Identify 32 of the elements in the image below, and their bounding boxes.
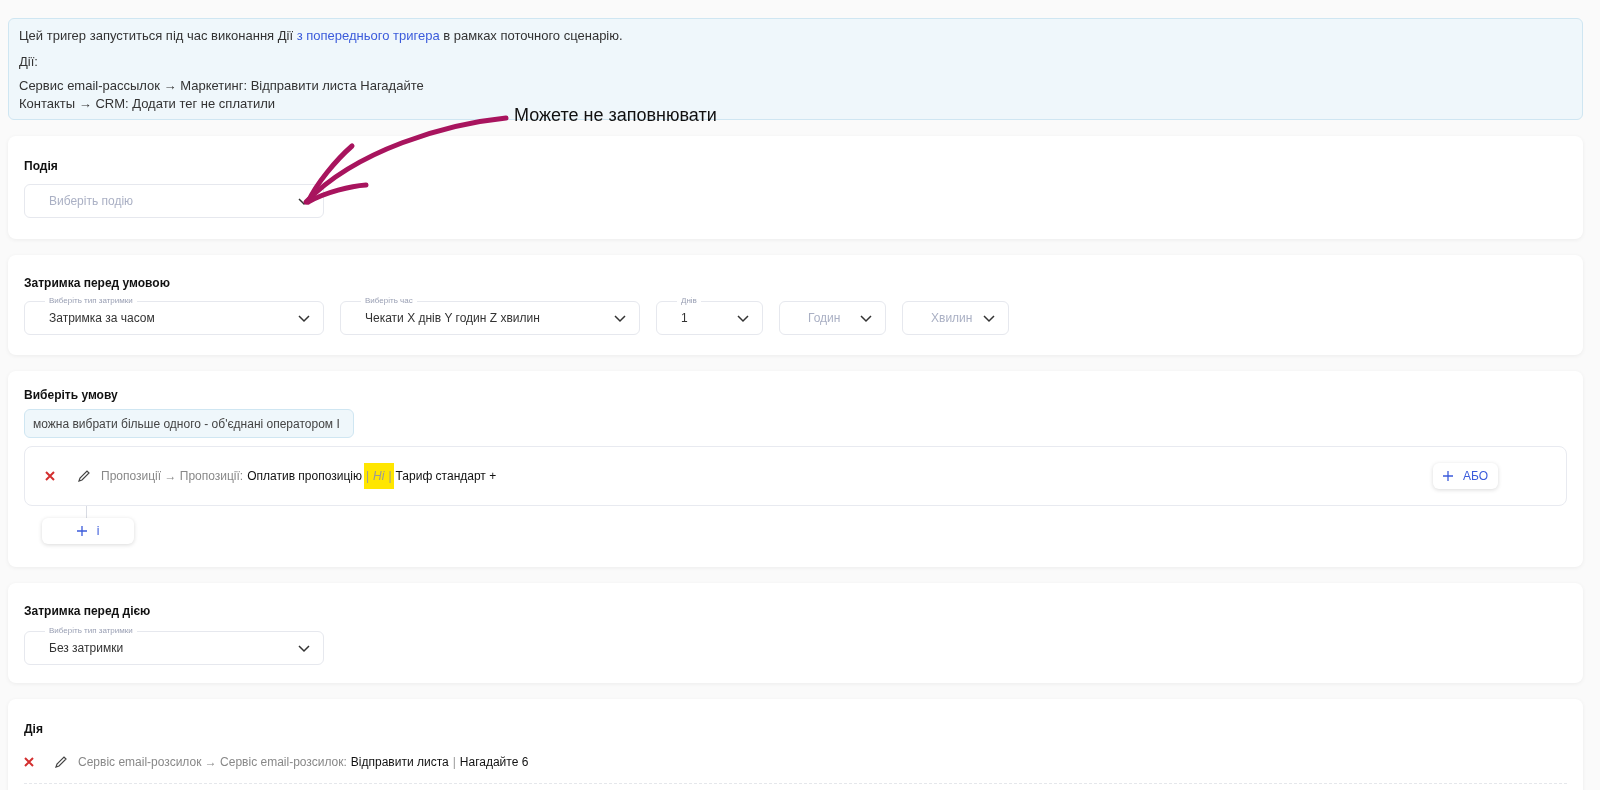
or-button[interactable]: АБО: [1432, 463, 1498, 489]
actions-label: Дії:: [19, 53, 39, 71]
and-button[interactable]: і: [42, 518, 134, 544]
section-title: Подія: [24, 158, 59, 174]
section-title: Виберіть умову: [24, 387, 119, 403]
action-line: Контакты → CRM: Додати тег не сплатили: [19, 95, 276, 113]
annotation-text: Можете не заповнювати: [514, 104, 717, 126]
select-placeholder: Годин: [807, 310, 841, 327]
action-line: Сервис email-рассылок → Маркетинг: Відправити листа Нагадайте: [19, 77, 425, 95]
hint-box: можна вибрати більше одного - об'єднані оператором І: [24, 409, 354, 438]
section-title: Затримка перед умовою: [24, 275, 171, 291]
field-label: Виберіть тип затримки: [45, 296, 137, 306]
plus-icon: [1442, 471, 1453, 481]
field-label: Виберіть час: [361, 296, 417, 306]
plus-icon: [76, 526, 87, 536]
select-value: Без затримки: [49, 640, 124, 657]
field-label: Днів: [677, 296, 701, 306]
close-icon[interactable]: [24, 757, 34, 767]
section-title: Дія: [24, 721, 44, 737]
pencil-icon[interactable]: [77, 469, 91, 483]
field-label: Виберіть тип затримки: [45, 626, 137, 636]
rule-text: Сервіс email-розсилок → Сервіс email-розсилок: Відправити листа | Нагадайте 6: [77, 754, 530, 771]
select-value: 1: [681, 310, 688, 327]
select-value: Затримка за часом: [49, 310, 155, 327]
select-placeholder: Виберіть подію: [49, 193, 134, 210]
select-placeholder: Хвилин: [930, 310, 973, 327]
pencil-icon[interactable]: [54, 755, 68, 769]
info-sentence: Цей тригер запуститься під час виконання Дії з попереднього тригера в рамках поточного сценарію.: [19, 27, 624, 45]
select-value: Чекати X днів Y годин Z хвилин: [365, 310, 540, 327]
close-icon[interactable]: [45, 471, 55, 481]
section-title: Затримка перед дією: [24, 603, 152, 619]
trigger-link[interactable]: з попереднього тригера: [296, 28, 440, 43]
